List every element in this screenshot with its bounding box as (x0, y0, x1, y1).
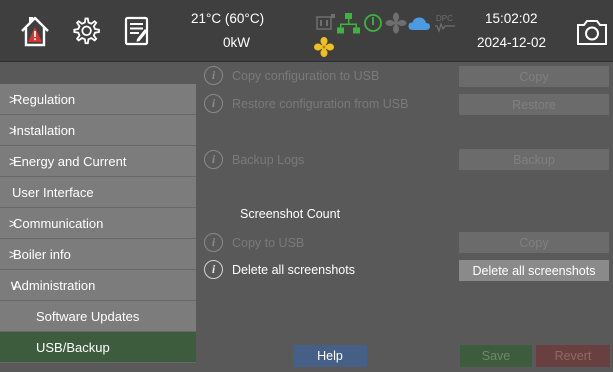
backup-logs-row: i Backup Logs (204, 150, 304, 169)
info-icon[interactable]: i (204, 66, 223, 85)
backup-logs-label: Backup Logs (232, 152, 305, 167)
chevron-right-icon: > (9, 246, 17, 262)
camera-icon[interactable] (576, 17, 608, 47)
chevron-right-icon: > (9, 153, 17, 169)
sidebar-top-spacer (0, 62, 196, 84)
temperature-readout: 21°C (60°C) (191, 11, 265, 26)
clock-date: 2024-12-02 (477, 35, 547, 50)
copy-config-button[interactable]: Copy (459, 66, 609, 87)
sidebar-item-user-interface[interactable]: User Interface (0, 177, 196, 208)
restore-config-button[interactable]: Restore (459, 94, 609, 115)
help-button[interactable]: Help (293, 345, 367, 367)
copy-config-row: i Copy configuration to USB (204, 66, 379, 85)
copy-screenshots-row: i Copy to USB (204, 233, 304, 252)
copy-screenshots-button[interactable]: Copy (459, 232, 609, 253)
chevron-right-icon: > (9, 122, 17, 138)
sidebar-item-usb-backup[interactable]: USB/Backup (0, 332, 196, 363)
sidebar-item-label: Energy and Current (13, 153, 127, 169)
sidebar-item-label: User Interface (12, 184, 94, 200)
save-button[interactable]: Save (460, 345, 532, 367)
chevron-right-icon: > (9, 215, 17, 231)
status-icons: DPC (316, 12, 458, 34)
delete-screenshots-row: i Delete all screenshots (204, 260, 355, 279)
sidebar-item-label: Regulation (13, 91, 76, 107)
power-icon (364, 14, 382, 32)
clock-time: 15:02:02 (485, 11, 538, 26)
backup-logs-button[interactable]: Backup (459, 149, 609, 170)
fan-icon (385, 12, 407, 34)
chevron-right-icon: > (9, 91, 17, 107)
restore-config-row: i Restore configuration from USB (204, 94, 408, 113)
info-icon[interactable]: i (204, 94, 223, 113)
heating-fan-icon (313, 37, 335, 57)
gear-icon[interactable] (70, 15, 102, 47)
home-alert-icon[interactable] (18, 14, 52, 48)
cloud-icon (408, 17, 430, 30)
info-icon[interactable]: i (204, 150, 223, 169)
sidebar-item-label: Software Updates (36, 308, 140, 324)
copy-screenshots-label: Copy to USB (232, 235, 305, 250)
clipboard-icon[interactable] (123, 15, 151, 47)
sidebar-item-label: Communication (13, 215, 104, 231)
dpc-icon: DPC (435, 14, 455, 33)
sidebar-item-label: Installation (13, 122, 76, 138)
delete-screenshots-label: Delete all screenshots (232, 262, 355, 277)
sidebar-item-energy-and-current[interactable]: > Energy and Current (0, 146, 196, 177)
sidebar-item-communication[interactable]: > Communication (0, 208, 196, 239)
plug-icon (316, 14, 335, 30)
sidebar-item-installation[interactable]: > Installation (0, 115, 196, 146)
network-icon (337, 13, 360, 34)
sidebar-item-regulation[interactable]: > Regulation (0, 84, 196, 115)
delete-screenshots-button[interactable]: Delete all screenshots (459, 260, 609, 281)
sidebar-item-label: Boiler info (13, 246, 71, 262)
info-icon[interactable]: i (204, 260, 223, 279)
sidebar-item-software-updates[interactable]: Software Updates (0, 301, 196, 332)
power-readout: 0kW (223, 35, 250, 50)
info-icon[interactable]: i (204, 233, 223, 252)
restore-config-label: Restore configuration from USB (232, 96, 409, 111)
chevron-down-icon: ∨ (9, 276, 20, 293)
svg-text:DPC: DPC (436, 14, 453, 23)
top-header: 21°C (60°C) 0kW DPC 15:02:02 2024-12-02 (0, 0, 613, 62)
sidebar-item-boiler-info[interactable]: > Boiler info (0, 239, 196, 270)
screenshot-count-title: Screenshot Count (240, 207, 341, 221)
sidebar-item-label: USB/Backup (36, 339, 110, 355)
sidebar-item-administration[interactable]: ∨ Administration (0, 270, 196, 301)
copy-config-label: Copy configuration to USB (232, 68, 380, 83)
sidebar-item-label: Administration (13, 277, 96, 293)
revert-button[interactable]: Revert (536, 345, 610, 367)
settings-sidebar: > Regulation > Installation > Energy and… (0, 62, 196, 372)
